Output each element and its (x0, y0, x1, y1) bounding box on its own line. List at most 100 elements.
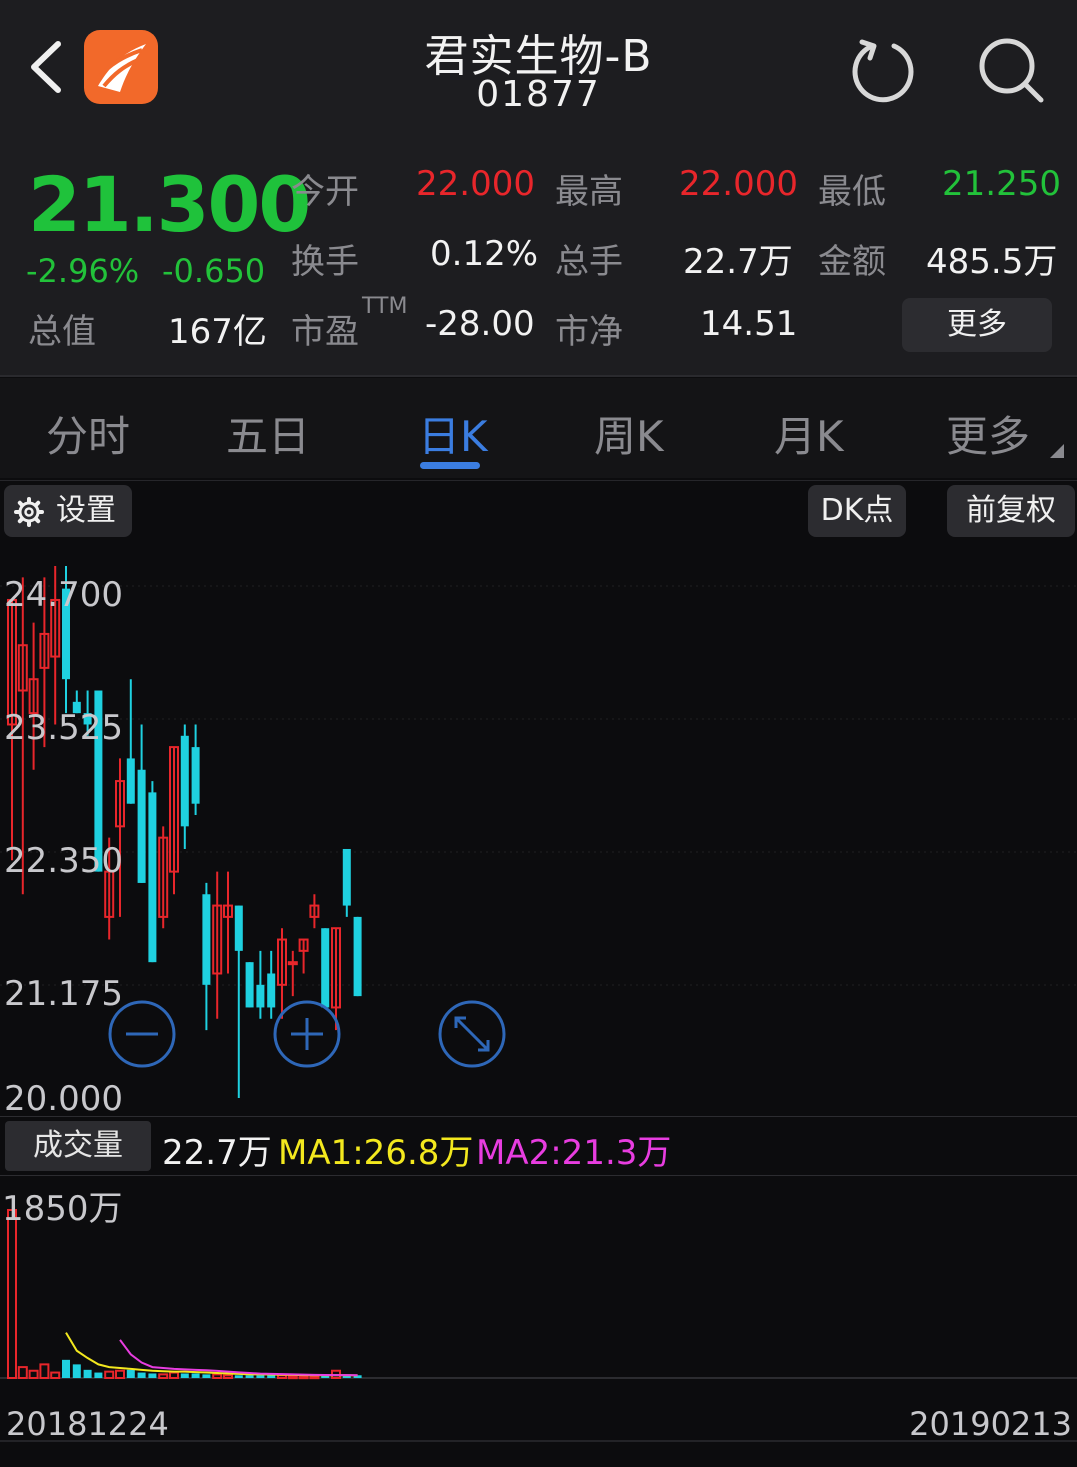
candle-body (180, 735, 189, 827)
dk-point-button[interactable]: DK点 (808, 485, 906, 537)
change-amount: -0.650 (162, 252, 266, 290)
candle-body (256, 984, 265, 1008)
volume-bar (256, 1375, 265, 1378)
volume-ma1: MA1:26.8万 (278, 1133, 474, 1173)
tab-minute[interactable]: 分时 (46, 403, 130, 464)
price-tick-label: 21.175 (4, 974, 123, 1014)
price-tick-label: 22.350 (4, 841, 123, 881)
dropdown-corner-icon (1050, 444, 1064, 458)
turnover-label: 换手 (291, 242, 359, 282)
volume-max-label: 1850万 (2, 1189, 123, 1229)
volume-bar (309, 1375, 320, 1380)
chart-toolbar: 设置 DK点 前复权 (0, 480, 1077, 541)
volume-bar (104, 1370, 115, 1380)
volume-bar (7, 1209, 17, 1379)
volume-bar (83, 1369, 92, 1378)
divider (0, 375, 1077, 377)
price-adjust-button[interactable]: 前复权 (947, 485, 1075, 537)
volume-bar (287, 1375, 298, 1380)
bottom-divider (0, 1440, 1077, 1442)
refresh-button[interactable] (848, 34, 918, 104)
zoom-in-button[interactable] (273, 1000, 341, 1068)
high-label: 最高 (555, 172, 623, 212)
open-value: 22.000 (416, 164, 535, 204)
refresh-icon (852, 39, 914, 103)
volume-bar (94, 1372, 103, 1378)
low-value: 21.250 (942, 164, 1061, 204)
volume-bar (234, 1375, 243, 1378)
tab-weekly-k[interactable]: 周K (594, 403, 664, 464)
settings-label: 设置 (56, 493, 116, 528)
search-button[interactable] (975, 34, 1047, 106)
candle-body (137, 769, 146, 883)
volume-bar (223, 1374, 233, 1380)
pb-label: 市净 (555, 312, 623, 352)
volume-bar (72, 1364, 81, 1378)
expand-icon (454, 1016, 490, 1052)
date-start-label: 20181224 (6, 1405, 169, 1440)
volume-bar (126, 1369, 135, 1378)
volume-bar (115, 1369, 125, 1379)
amount-label: 金额 (818, 242, 886, 282)
price-tick-label: 23.525 (4, 708, 123, 748)
volume-ma1-line (65, 1332, 358, 1377)
price-tick-label: 24.700 (4, 575, 123, 615)
amount-value: 485.5万 (926, 242, 1058, 282)
volume-bar (50, 1371, 61, 1379)
fullscreen-button[interactable] (438, 1000, 506, 1068)
volume-bar (298, 1375, 309, 1380)
volume-bar (169, 1371, 179, 1379)
market-cap-value: 167亿 (168, 312, 267, 352)
pe-ttm-tag: TTM (362, 294, 408, 319)
candle-body (126, 758, 135, 804)
pb-value: 14.51 (700, 304, 798, 344)
search-icon (979, 38, 1044, 103)
turnover-value: 0.12% (430, 234, 539, 274)
settings-button[interactable]: 设置 (4, 485, 132, 537)
tab-more[interactable]: 更多 (946, 403, 1030, 464)
volume-bar (212, 1373, 223, 1379)
volume-indicator-label[interactable]: 成交量 (5, 1121, 151, 1171)
volume-indicator-bar: 成交量 22.7万 MA1:26.8万 MA2:21.3万 (0, 1116, 1077, 1176)
high-value: 22.000 (679, 164, 798, 204)
active-tab-indicator (420, 462, 480, 469)
volume-bar (17, 1366, 28, 1380)
candle-body (353, 916, 362, 997)
volume-bar (28, 1369, 39, 1379)
candle-body (202, 894, 211, 985)
volume-bar (39, 1363, 50, 1379)
volume-bar (245, 1375, 254, 1378)
candle-body (287, 961, 298, 966)
zoom-out-button[interactable] (108, 1000, 176, 1068)
candle-body (234, 905, 243, 951)
tab-monthly-k[interactable]: 月K (774, 403, 844, 464)
date-end-label: 20190213 (909, 1405, 1072, 1440)
tab-daily-k[interactable]: 日K (418, 403, 488, 464)
volume-bar (137, 1372, 146, 1378)
pe-value: -28.00 (425, 304, 535, 344)
change-percent: -2.96% (26, 252, 140, 290)
volume-bar (267, 1375, 276, 1378)
pe-label: 市盈 (291, 312, 359, 352)
volume-bar (148, 1373, 157, 1378)
volume-bar (158, 1373, 169, 1379)
volume-bar (180, 1373, 189, 1378)
gear-icon (14, 497, 44, 527)
open-label: 今开 (291, 172, 359, 212)
last-price: 21.300 (28, 160, 311, 249)
quote-more-button[interactable]: 更多 (902, 298, 1052, 352)
volume-bar (191, 1373, 200, 1378)
volume-label: 总手 (555, 242, 623, 282)
market-cap-label: 总值 (28, 312, 96, 352)
candle-body (245, 962, 254, 1008)
volume-value: 22.7万 (683, 242, 793, 282)
low-label: 最低 (818, 172, 886, 212)
volume-current: 22.7万 (162, 1133, 272, 1173)
candle-body (342, 848, 351, 906)
kline-chart[interactable]: 24.700 23.525 22.350 21.175 20.000 1850万 20181… (0, 540, 1077, 1440)
tab-five-day[interactable]: 五日 (226, 403, 310, 464)
candle-body (148, 792, 157, 963)
price-tick-label: 20.000 (4, 1079, 123, 1119)
volume-bar (62, 1359, 70, 1378)
volume-ma2: MA2:21.3万 (476, 1133, 672, 1173)
